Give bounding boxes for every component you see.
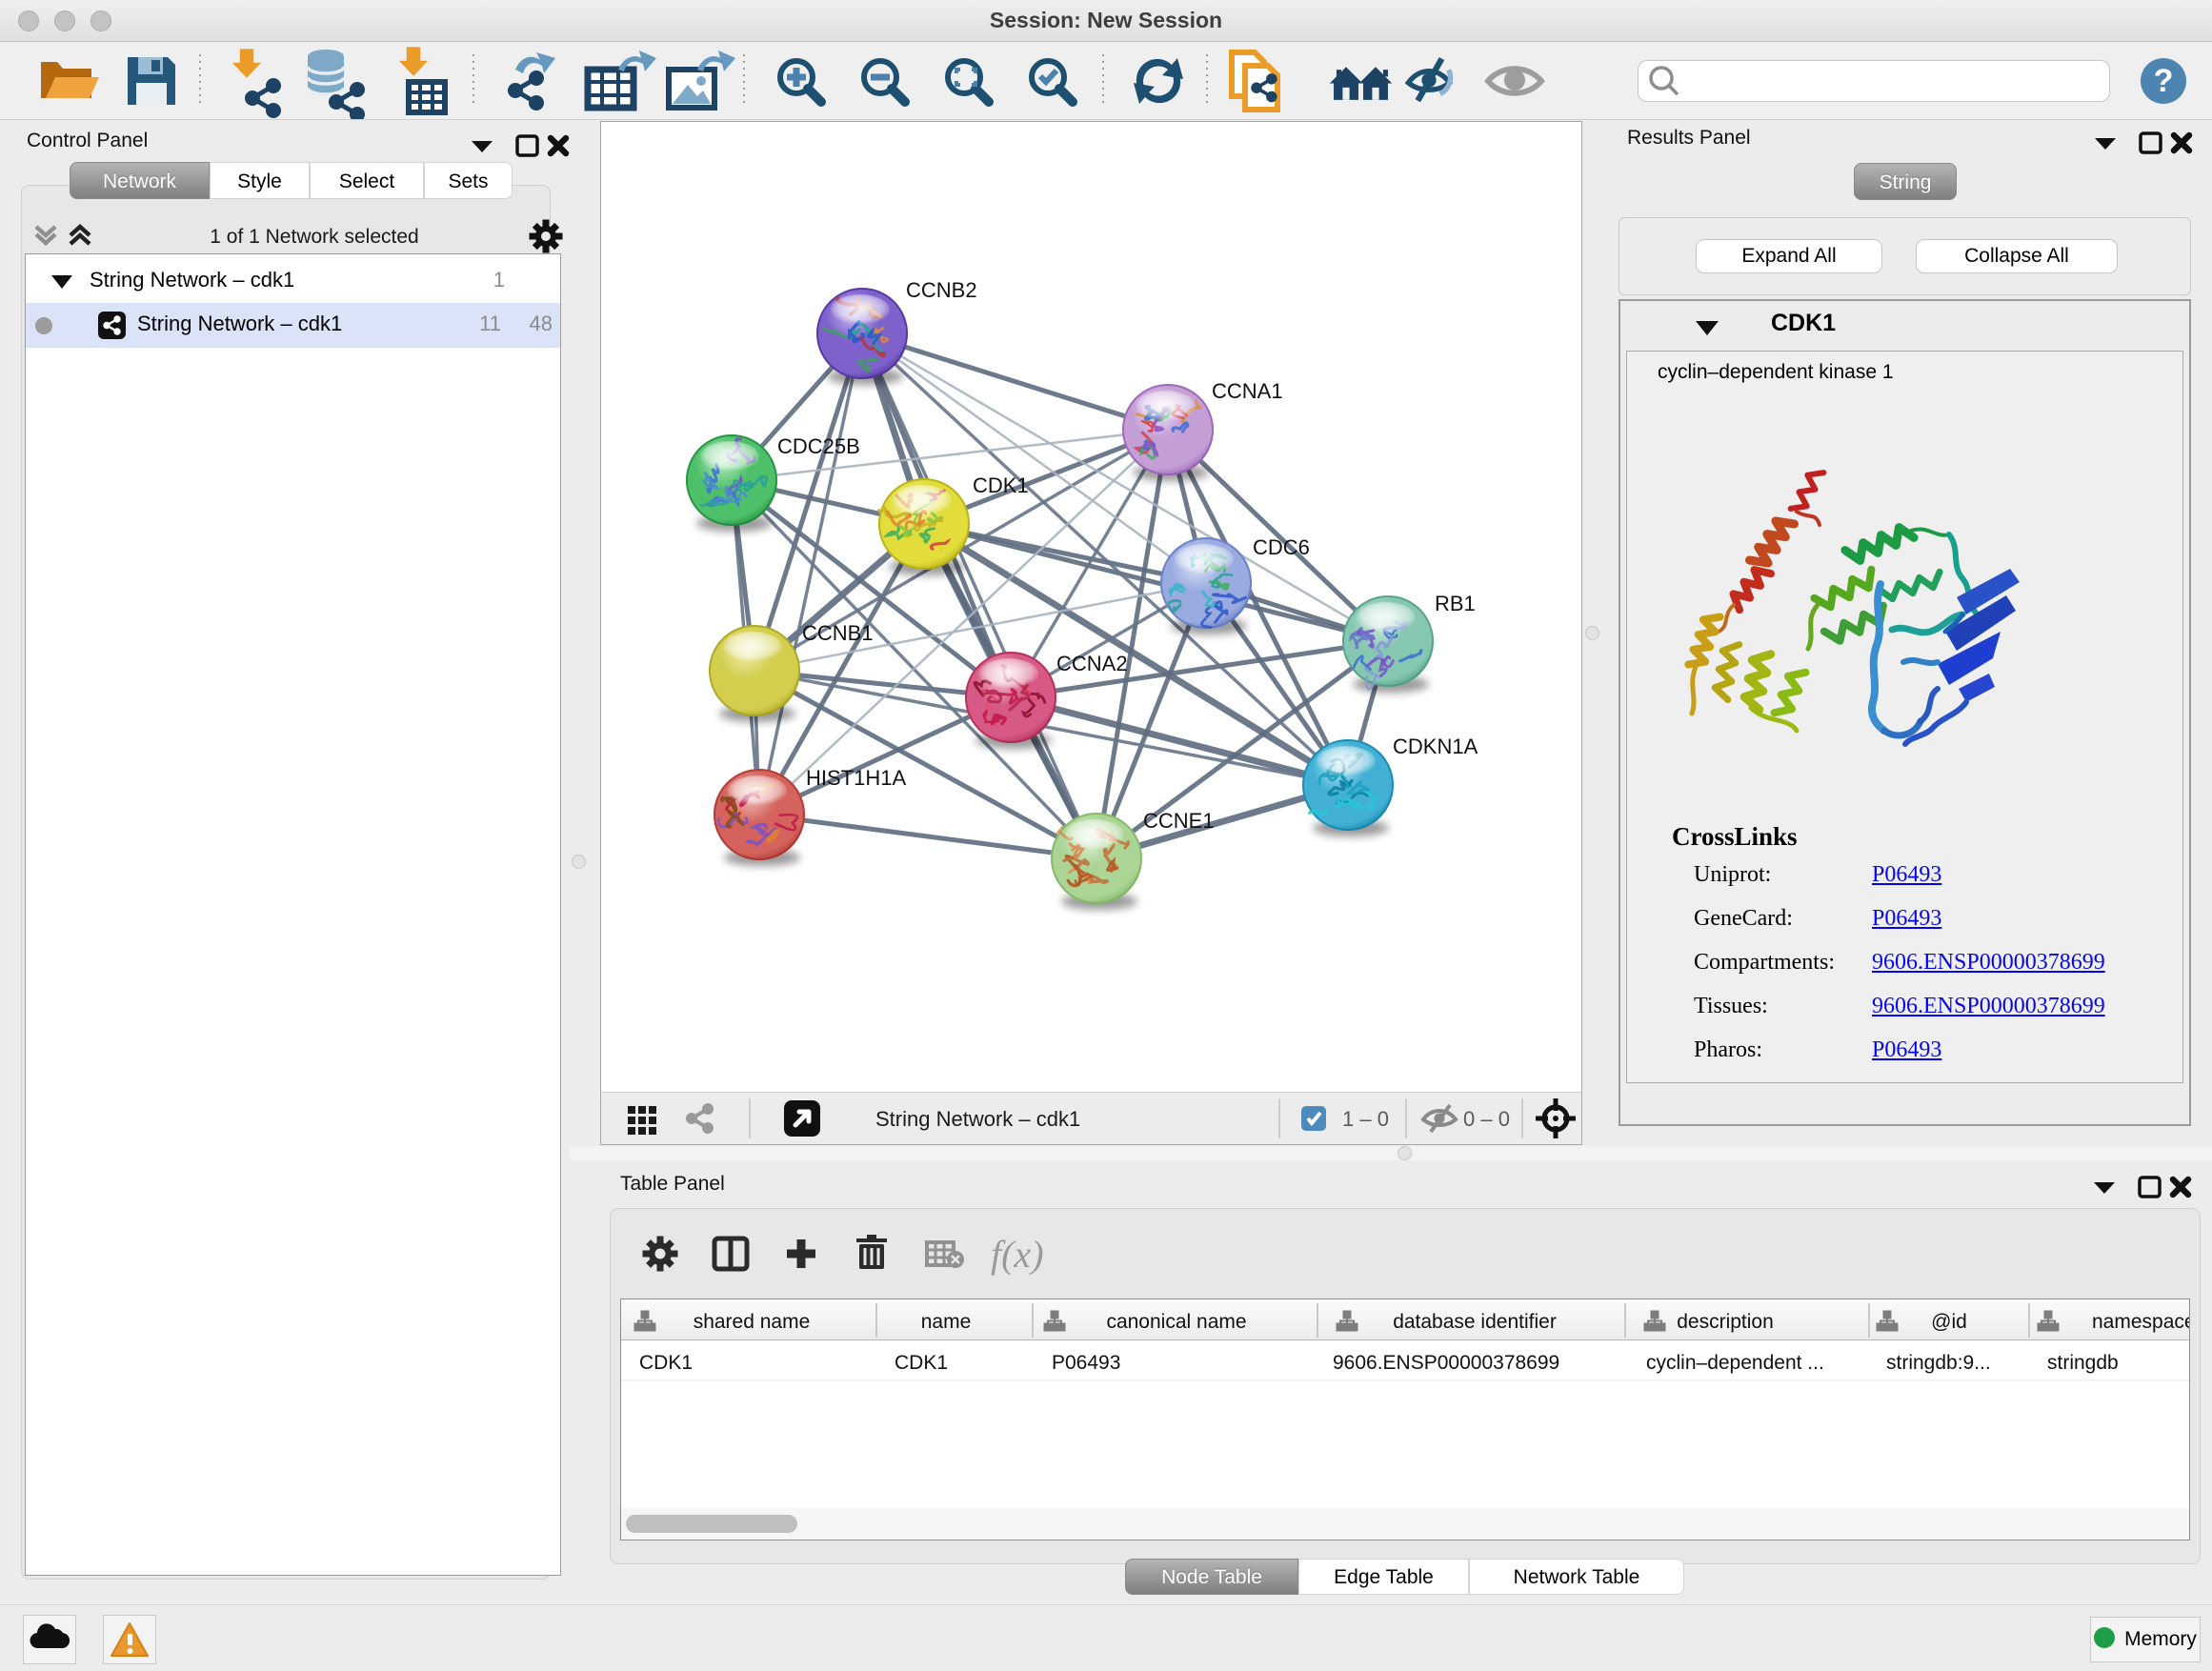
svg-text:String Network – cdk1: String Network – cdk1 (875, 1107, 1080, 1131)
svg-text:CDC6: CDC6 (1253, 535, 1310, 559)
svg-text:namespace: namespace (2092, 1311, 2189, 1333)
svg-text:database identifier: database identifier (1393, 1311, 1557, 1333)
svg-text:CCNB1: CCNB1 (802, 621, 874, 645)
svg-text:RB1: RB1 (1435, 592, 1476, 615)
svg-text:HIST1H1A: HIST1H1A (806, 766, 906, 790)
svg-text:stringdb: stringdb (2047, 1352, 2119, 1374)
svg-text:@id: @id (1931, 1311, 1967, 1333)
svg-text:?: ? (2154, 63, 2174, 99)
svg-text:CCNA1: CCNA1 (1212, 379, 1283, 403)
svg-text:f(x): f(x) (991, 1233, 1044, 1276)
svg-text:0 – 0: 0 – 0 (1463, 1107, 1510, 1131)
svg-text:CDK1: CDK1 (895, 1352, 948, 1374)
svg-text:description: description (1677, 1311, 1774, 1333)
svg-text:CCNE1: CCNE1 (1143, 809, 1215, 833)
svg-text:canonical name: canonical name (1106, 1311, 1246, 1333)
svg-text:name: name (921, 1311, 972, 1333)
svg-text:1 – 0: 1 – 0 (1342, 1107, 1389, 1131)
svg-text:shared name: shared name (694, 1311, 811, 1333)
svg-text:CDKN1A: CDKN1A (1393, 735, 1478, 758)
svg-text:cyclin–dependent ...: cyclin–dependent ... (1646, 1352, 1824, 1374)
svg-text:stringdb:9...: stringdb:9... (1886, 1352, 1991, 1374)
svg-text:CCNB2: CCNB2 (906, 278, 977, 302)
svg-text:CDK1: CDK1 (973, 473, 1029, 497)
svg-text:CDC25B: CDC25B (777, 434, 860, 458)
svg-text:CCNA2: CCNA2 (1056, 652, 1128, 675)
svg-text:CDK1: CDK1 (639, 1352, 693, 1374)
svg-text:9606.ENSP00000378699: 9606.ENSP00000378699 (1333, 1352, 1559, 1374)
svg-text:P06493: P06493 (1052, 1352, 1120, 1374)
